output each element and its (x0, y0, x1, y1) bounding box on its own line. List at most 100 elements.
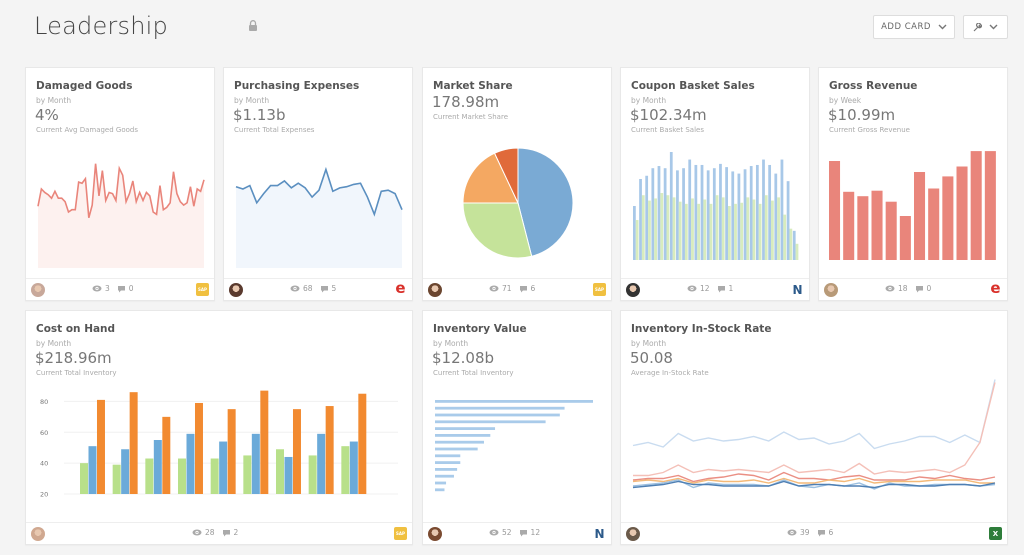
avatar[interactable] (626, 283, 640, 297)
card-title[interactable]: Cost on Hand (36, 323, 115, 335)
source-e-icon[interactable]: e (989, 279, 1002, 297)
card-stats: 28 2 (192, 528, 238, 537)
card-title[interactable]: Inventory In-Stock Rate (631, 323, 771, 335)
card-inventory-value[interactable]: Inventory Value by Month $12.08b Current To… (422, 310, 612, 545)
chart-gross-revenue[interactable] (829, 148, 999, 260)
bar (928, 188, 940, 260)
source-n-icon[interactable]: N (593, 527, 606, 541)
card-footer: 71 6 SAP (423, 278, 611, 300)
bar (635, 220, 639, 260)
chart-cost-on-hand[interactable]: 20 40 60 80 (36, 386, 406, 504)
sap-source-icon[interactable]: SAP (593, 283, 606, 296)
views-count: 71 (502, 284, 512, 293)
views-count: 12 (700, 284, 710, 293)
source-n-icon[interactable]: N (791, 283, 804, 297)
lock-icon[interactable] (248, 20, 258, 31)
bar (762, 159, 765, 260)
card-caption: Current Total Inventory (36, 369, 117, 377)
bar (435, 406, 565, 410)
bar (435, 434, 491, 437)
tools-menu-button[interactable] (963, 15, 1008, 39)
bar (752, 199, 756, 260)
eye-icon (885, 285, 895, 292)
card-value: 4% (35, 106, 59, 124)
bar (435, 488, 445, 492)
area-fill (38, 163, 204, 268)
comment-icon (519, 529, 527, 536)
bar (660, 193, 664, 260)
page-title: Leadership (34, 12, 168, 40)
comment-icon (817, 529, 825, 536)
comment-icon (117, 285, 125, 292)
comment-icon (717, 285, 725, 292)
card-title[interactable]: Damaged Goods (36, 80, 132, 92)
card-purchasing-expenses[interactable]: Purchasing Expenses by Month $1.13b Current… (223, 67, 413, 301)
bar (780, 159, 784, 260)
avatar[interactable] (626, 527, 640, 541)
chart-market-share[interactable] (433, 143, 603, 278)
bar (227, 409, 236, 494)
area-fill (236, 169, 402, 268)
card-title[interactable]: Gross Revenue (829, 80, 917, 92)
bar (737, 173, 741, 260)
avatar[interactable] (31, 283, 45, 297)
chart-purchasing-expenses[interactable] (234, 143, 404, 278)
card-value: $218.96m (35, 349, 112, 367)
bar (145, 458, 154, 494)
card-inventory-in-stock-rate[interactable]: Inventory In-Stock Rate by Month 50.08 Aver… (620, 310, 1008, 545)
sap-source-icon[interactable]: SAP (394, 527, 407, 540)
bar (121, 449, 130, 494)
views-count: 39 (800, 528, 810, 537)
avatar[interactable] (428, 527, 442, 541)
comments-count: 0 (926, 284, 932, 293)
chart-coupon-basket-sales[interactable] (631, 148, 801, 260)
chevron-down-icon (989, 24, 998, 30)
card-value: $12.08b (432, 349, 495, 367)
bar (645, 175, 649, 260)
avatar[interactable] (31, 527, 45, 541)
bar (684, 203, 688, 260)
y-tick-label: 60 (40, 429, 48, 437)
card-coupon-basket-sales[interactable]: Coupon Basket Sales by Month $102.34m Curre… (620, 67, 810, 301)
card-title[interactable]: Market Share (433, 80, 513, 92)
card-gross-revenue[interactable]: Gross Revenue by Week $10.99m Current Gross… (818, 67, 1008, 301)
bar (435, 440, 484, 444)
chart-damaged-goods[interactable] (36, 143, 206, 278)
card-market-share[interactable]: Market Share 178.98m Current Market Share … (422, 67, 612, 301)
bar (292, 409, 301, 494)
card-title[interactable]: Coupon Basket Sales (631, 80, 755, 92)
card-value: $1.13b (233, 106, 286, 124)
card-damaged-goods[interactable]: Damaged Goods by Month 4% Current Avg Damag… (25, 67, 215, 301)
card-stats: 71 6 (489, 284, 535, 293)
bar (970, 151, 982, 260)
card-title[interactable]: Inventory Value (433, 323, 527, 335)
bar (435, 474, 454, 478)
excel-source-icon[interactable]: X (989, 527, 1002, 540)
eye-icon (687, 285, 697, 292)
card-title[interactable]: Purchasing Expenses (234, 80, 359, 92)
chart-inventory-in-stock-rate[interactable] (631, 371, 1001, 501)
card-stats: 39 6 (787, 528, 833, 537)
avatar[interactable] (229, 283, 243, 297)
bar (178, 458, 186, 494)
chart-inventory-value[interactable] (433, 396, 603, 504)
comments-count: 6 (530, 284, 536, 293)
bar (691, 198, 694, 260)
sap-source-icon[interactable]: SAP (196, 283, 209, 296)
card-cost-on-hand[interactable]: Cost on Hand by Month $218.96m Current Tota… (25, 310, 413, 545)
bar (734, 203, 737, 260)
avatar[interactable] (824, 283, 838, 297)
comment-icon (222, 529, 230, 536)
eye-icon (290, 285, 300, 292)
avatar[interactable] (428, 283, 442, 297)
bar (899, 216, 911, 260)
bar (284, 456, 293, 494)
bar (317, 433, 326, 494)
add-card-button[interactable]: ADD CARD (873, 15, 955, 39)
bar (129, 392, 138, 494)
line-series (632, 379, 996, 450)
card-subtitle: by Month (631, 339, 667, 348)
card-footer: 12 1 N (621, 278, 809, 300)
card-footer: 68 5 e (224, 278, 412, 300)
source-e-icon[interactable]: e (394, 279, 407, 297)
